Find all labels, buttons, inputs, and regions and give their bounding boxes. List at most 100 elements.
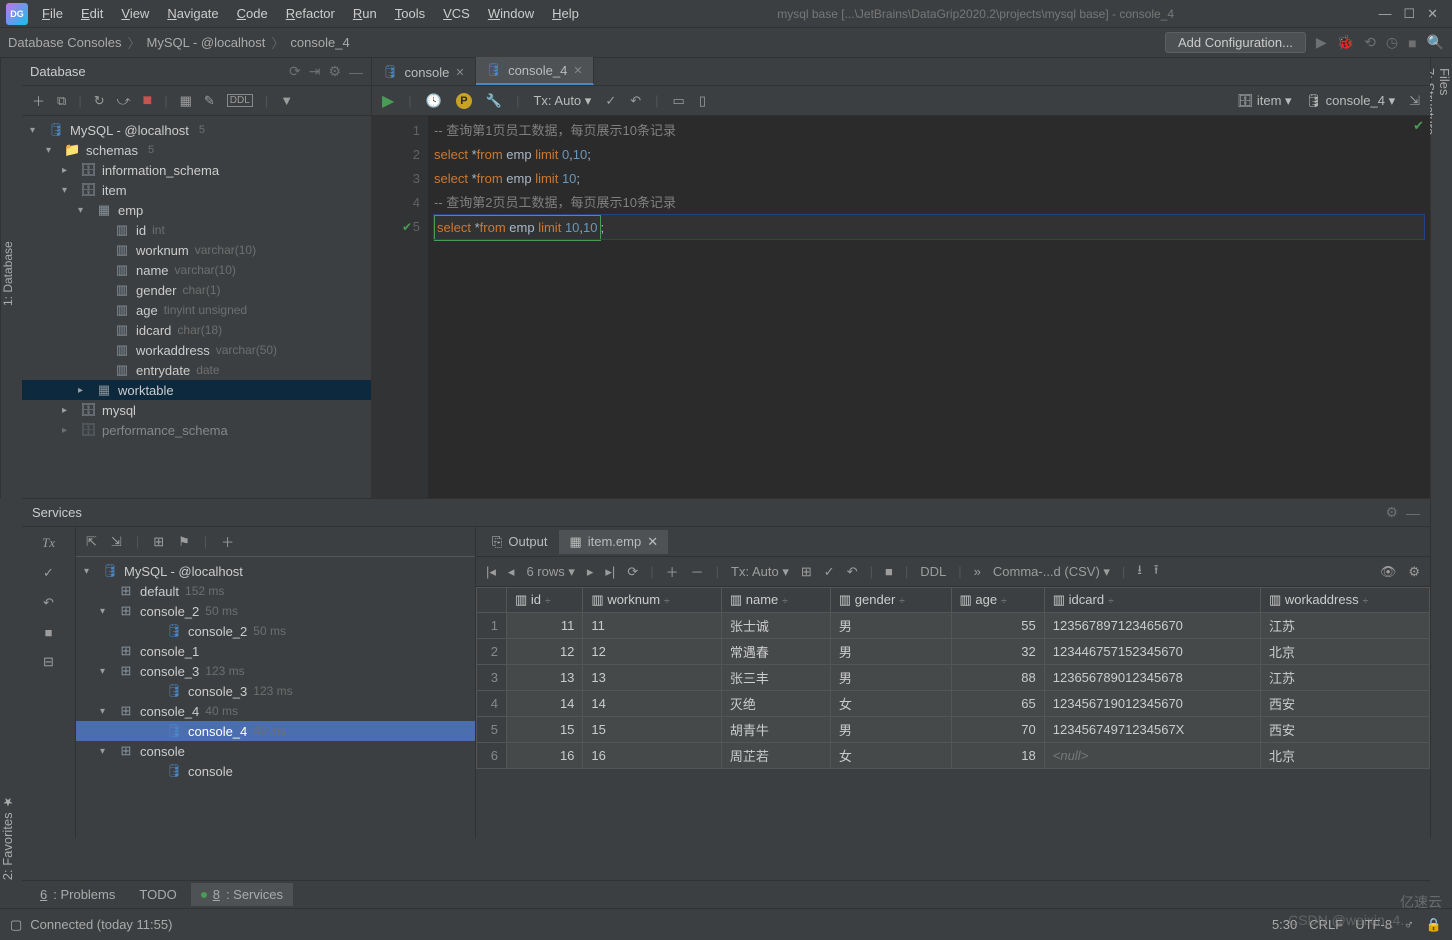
breadcrumb-item[interactable]: MySQL - @localhost bbox=[146, 35, 265, 50]
download-icon[interactable]: ⭳ bbox=[1137, 561, 1142, 583]
maximize-icon[interactable]: ☐ bbox=[1403, 6, 1415, 22]
service-item-console_3[interactable]: ▾⊞console_3 123 ms bbox=[76, 661, 475, 681]
table-row[interactable]: 31313张三丰男88123656789012345678江苏 bbox=[477, 665, 1430, 691]
menu-file[interactable]: File bbox=[34, 3, 71, 24]
hide-icon[interactable]: — bbox=[1406, 505, 1420, 521]
profile-icon[interactable]: ◷ bbox=[1386, 34, 1398, 51]
ddl-icon[interactable]: DDL bbox=[227, 94, 253, 107]
more-icon[interactable]: » bbox=[974, 564, 981, 579]
schema-performance[interactable]: ▸🗄performance_schema bbox=[22, 420, 371, 440]
table-view-icon[interactable]: ▦ bbox=[180, 93, 192, 109]
menu-navigate[interactable]: Navigate bbox=[159, 3, 226, 24]
explain-icon[interactable]: P bbox=[456, 93, 472, 109]
menu-vcs[interactable]: VCS bbox=[435, 3, 478, 24]
breadcrumb-item[interactable]: Database Consoles bbox=[8, 35, 121, 50]
schema-mysql[interactable]: ▸🗄mysql bbox=[22, 400, 371, 420]
collapse-icon[interactable]: ⇲ bbox=[111, 534, 122, 550]
code-editor[interactable]: 12345✔ -- 查询第1页员工数据，每页展示10条记录select *fro… bbox=[372, 116, 1430, 498]
expand-icon[interactable]: ⇲ bbox=[1409, 93, 1420, 109]
column-header-age[interactable]: ▥ age÷ bbox=[951, 588, 1044, 613]
menu-refactor[interactable]: Refactor bbox=[278, 3, 343, 24]
column-header-gender[interactable]: ▥ gender÷ bbox=[830, 588, 951, 613]
collapse-icon[interactable]: ⇥ bbox=[309, 63, 321, 80]
datasource-node[interactable]: ▾🛢MySQL - @localhost5 bbox=[22, 120, 371, 140]
service-item-console_2[interactable]: 🛢console_2 50 ms bbox=[76, 621, 475, 641]
jump-icon[interactable]: ⤻ bbox=[117, 93, 131, 109]
database-tree[interactable]: ▾🛢MySQL - @localhost5 ▾📁schemas5 ▸🗄infor… bbox=[22, 116, 371, 498]
left-stripe-favorites[interactable]: 2: Favorites ★ bbox=[0, 795, 22, 880]
table-emp[interactable]: ▾▦emp bbox=[22, 200, 371, 220]
lock-icon[interactable]: 🔒 bbox=[1426, 917, 1442, 933]
column-header-worknum[interactable]: ▥ worknum÷ bbox=[583, 588, 721, 613]
services-root[interactable]: ▾🛢MySQL - @localhost bbox=[76, 561, 475, 581]
filter-icon[interactable]: ▼ bbox=[280, 93, 293, 108]
output-tab-item.emp[interactable]: ▦item.emp✕ bbox=[559, 530, 668, 554]
table-row[interactable]: 41414灭绝女65123456719012345670西安 bbox=[477, 691, 1430, 717]
column-entrydate[interactable]: ▥entrydate date bbox=[22, 360, 371, 380]
column-header-idcard[interactable]: ▥ idcard÷ bbox=[1044, 588, 1260, 613]
menu-code[interactable]: Code bbox=[229, 3, 276, 24]
column-workaddress[interactable]: ▥workaddress varchar(50) bbox=[22, 340, 371, 360]
export-format-select[interactable]: Comma-...d (CSV) ▾ bbox=[993, 564, 1110, 580]
stop-icon[interactable]: ■ bbox=[1408, 35, 1416, 51]
submit-icon[interactable]: ⊞ bbox=[801, 564, 812, 580]
menu-help[interactable]: Help bbox=[544, 3, 587, 24]
expand-icon[interactable]: ⇱ bbox=[86, 534, 97, 550]
edit-icon[interactable]: ✎ bbox=[204, 93, 215, 109]
settings-icon[interactable]: ⚙ bbox=[1408, 564, 1420, 580]
rollback-icon[interactable]: ↶ bbox=[630, 93, 641, 109]
column-header-workaddress[interactable]: ▥ workaddress÷ bbox=[1261, 588, 1430, 613]
column-header-name[interactable]: ▥ name÷ bbox=[721, 588, 830, 613]
debug-icon[interactable]: 🐞 bbox=[1337, 34, 1354, 51]
column-id[interactable]: ▥id int bbox=[22, 220, 371, 240]
console-select[interactable]: 🛢 console_4 ▾ bbox=[1306, 93, 1396, 109]
service-item-console_4[interactable]: 🛢console_4 40 ms bbox=[76, 721, 475, 741]
stop-icon[interactable]: ■ bbox=[143, 92, 153, 110]
first-page-icon[interactable]: |◂ bbox=[486, 564, 496, 580]
service-item-default[interactable]: ⊞default 152 ms bbox=[76, 581, 475, 601]
service-item-console[interactable]: 🛢console bbox=[76, 761, 475, 781]
refresh-icon[interactable]: ⟳ bbox=[289, 63, 301, 80]
service-item-console_2[interactable]: ▾⊞console_2 50 ms bbox=[76, 601, 475, 621]
execute-icon[interactable]: ▶ bbox=[382, 91, 394, 111]
service-item-console_3[interactable]: 🛢console_3 123 ms bbox=[76, 681, 475, 701]
column-age[interactable]: ▥age tinyint unsigned bbox=[22, 300, 371, 320]
reload-icon[interactable]: ⟳ bbox=[627, 564, 638, 580]
add-row-icon[interactable]: ＋ bbox=[666, 562, 679, 581]
table-row[interactable]: 11111张士诚男55123567897123465670江苏 bbox=[477, 613, 1430, 639]
bottom-tab-TODO[interactable]: TODO bbox=[129, 883, 186, 906]
tx-icon[interactable]: Tx bbox=[42, 535, 55, 551]
close-icon[interactable]: ✕ bbox=[1427, 6, 1438, 22]
column-worknum[interactable]: ▥worknum varchar(10) bbox=[22, 240, 371, 260]
duplicate-icon[interactable]: ⧉ bbox=[57, 93, 66, 109]
service-item-console_4[interactable]: ▾⊞console_4 40 ms bbox=[76, 701, 475, 721]
table-row[interactable]: 51515胡青牛男7012345674971234567X西安 bbox=[477, 717, 1430, 743]
filter-icon[interactable]: ⚑ bbox=[178, 534, 190, 550]
close-icon[interactable]: ✕ bbox=[647, 534, 658, 550]
rollback-icon[interactable]: ↶ bbox=[43, 595, 54, 611]
revert-icon[interactable]: ↶ bbox=[847, 564, 858, 580]
add-icon[interactable]: ＋ bbox=[221, 532, 234, 551]
service-item-console_1[interactable]: ⊞console_1 bbox=[76, 641, 475, 661]
group-icon[interactable]: ⊞ bbox=[153, 534, 164, 550]
schema-select[interactable]: 🗄 item ▾ bbox=[1237, 93, 1292, 109]
column-gender[interactable]: ▥gender char(1) bbox=[22, 280, 371, 300]
history-icon[interactable]: 🕓 bbox=[426, 93, 442, 109]
left-stripe-database[interactable]: 1: Database bbox=[0, 58, 22, 498]
new-icon[interactable]: ＋ bbox=[32, 91, 45, 110]
commit-icon[interactable]: ✓ bbox=[605, 93, 616, 109]
editor-tab-console_4[interactable]: 🛢console_4✕ bbox=[476, 57, 594, 85]
result-grid[interactable]: ▥ id÷▥ worknum÷▥ name÷▥ gender÷▥ age÷▥ i… bbox=[476, 587, 1430, 838]
output-tab-Output[interactable]: ⎘Output bbox=[482, 530, 557, 554]
settings-icon[interactable]: 🔧 bbox=[486, 93, 502, 109]
row-count[interactable]: 6 rows ▾ bbox=[526, 564, 574, 580]
column-idcard[interactable]: ▥idcard char(18) bbox=[22, 320, 371, 340]
commit-icon[interactable]: ✓ bbox=[824, 564, 835, 580]
commit-icon[interactable]: ✓ bbox=[43, 565, 54, 581]
settings-icon[interactable]: ⚙ bbox=[328, 63, 341, 80]
search-icon[interactable]: 🔍 bbox=[1427, 34, 1444, 51]
resolve-icon[interactable]: ▭ bbox=[673, 93, 685, 109]
breadcrumb-item[interactable]: console_4 bbox=[290, 35, 349, 50]
menu-view[interactable]: View bbox=[113, 3, 157, 24]
tx-mode-select[interactable]: Tx: Auto ▾ bbox=[533, 93, 591, 109]
